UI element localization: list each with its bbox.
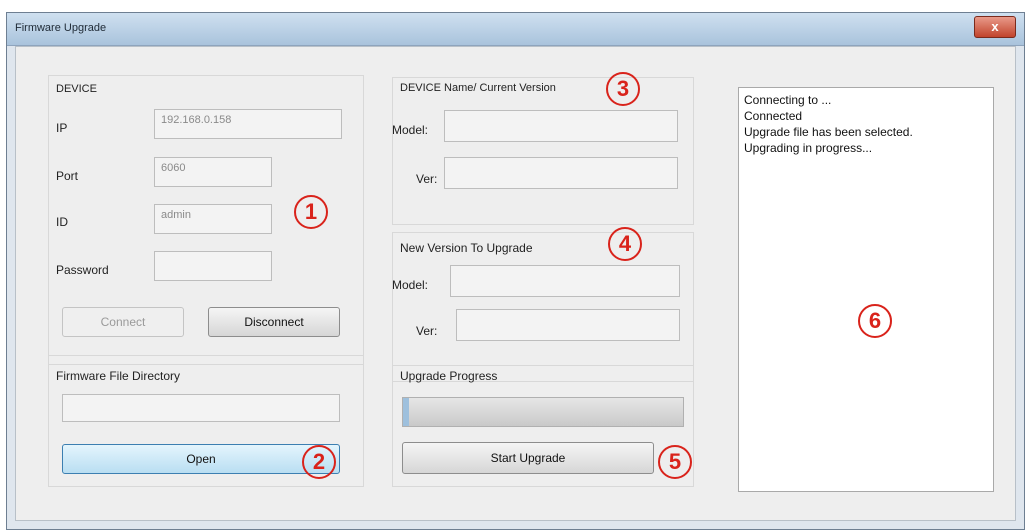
log-line: Upgrade file has been selected. <box>744 125 913 139</box>
log-panel[interactable]: Connecting to ... Connected Upgrade file… <box>738 87 994 492</box>
upgrade-progress-bar <box>402 397 684 427</box>
disconnect-button[interactable]: Disconnect <box>208 307 340 337</box>
current-ver-label: Ver: <box>416 172 438 186</box>
connect-button[interactable]: Connect <box>62 307 184 337</box>
window-title: Firmware Upgrade <box>15 22 107 34</box>
ip-field[interactable]: 192.168.0.158 <box>154 109 342 139</box>
new-model-field[interactable] <box>450 265 680 297</box>
firmware-dir-label: Firmware File Directory <box>56 369 181 383</box>
current-version-group <box>392 77 694 225</box>
password-label: Password <box>56 263 109 277</box>
id-label: ID <box>56 215 68 229</box>
log-line: Connected <box>744 109 803 123</box>
annotation-badge-2: 2 <box>302 445 336 479</box>
title-bar[interactable]: Firmware Upgrade x <box>7 13 1024 46</box>
current-model-label: Model: <box>392 123 429 137</box>
dialog-body: DEVICE IP 192.168.0.158 Port 6060 ID adm… <box>15 46 1016 521</box>
upgrade-progress-label: Upgrade Progress <box>400 369 498 383</box>
password-field[interactable] <box>154 251 272 281</box>
start-upgrade-button[interactable]: Start Upgrade <box>402 442 654 474</box>
current-model-field[interactable] <box>444 110 678 142</box>
upgrade-progress-fill <box>403 398 409 426</box>
id-field[interactable]: admin <box>154 204 272 234</box>
annotation-badge-1: 1 <box>294 195 328 229</box>
annotation-badge-6: 6 <box>858 304 892 338</box>
open-button[interactable]: Open <box>62 444 340 474</box>
new-version-label: New Version To Upgrade <box>400 241 533 255</box>
device-group-label: DEVICE <box>56 83 97 95</box>
new-ver-field[interactable] <box>456 309 680 341</box>
log-line: Upgrading in progress... <box>744 141 873 155</box>
annotation-badge-4: 4 <box>608 227 642 261</box>
new-model-label: Model: <box>392 278 429 292</box>
log-line: Connecting to ... <box>744 93 832 107</box>
port-label: Port <box>56 169 79 183</box>
port-field[interactable]: 6060 <box>154 157 272 187</box>
current-ver-field[interactable] <box>444 157 678 189</box>
firmware-path-field[interactable] <box>62 394 340 422</box>
firmware-upgrade-window: Firmware Upgrade x DEVICE IP 192.168.0.1… <box>6 12 1025 530</box>
new-ver-label: Ver: <box>416 324 438 338</box>
ip-label: IP <box>56 121 68 135</box>
close-icon[interactable]: x <box>974 16 1016 38</box>
current-version-label: DEVICE Name/ Current Version <box>400 82 556 94</box>
annotation-badge-5: 5 <box>658 445 692 479</box>
annotation-badge-3: 3 <box>606 72 640 106</box>
